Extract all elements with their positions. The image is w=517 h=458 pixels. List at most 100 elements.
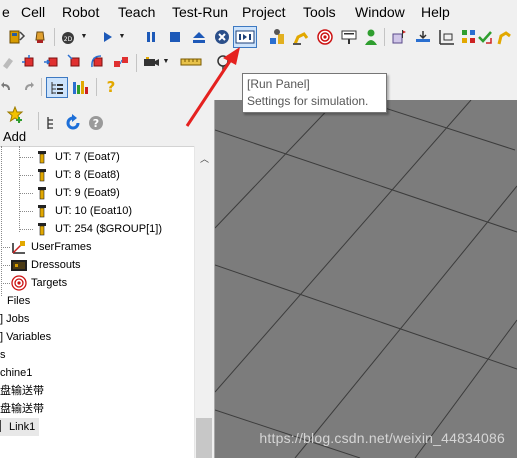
robot-arm-icon[interactable]	[292, 28, 310, 46]
tree-item-clipped-s[interactable]: s	[0, 346, 6, 364]
tree-item-conveyor-1[interactable]: 盘输送带	[0, 382, 44, 400]
tree-line	[1, 265, 10, 266]
tool-frame-icon	[37, 204, 47, 218]
scrollbar-thumb[interactable]	[196, 418, 212, 458]
tree-view-icon[interactable]	[46, 77, 68, 98]
tool-frame-icon	[37, 150, 47, 164]
cell-browser-panel: Add ? UT: 7 (Eoat7) UT: 8 (Eoat8) UT: 9 …	[0, 100, 215, 458]
menu-project[interactable]: Project	[242, 4, 286, 20]
menu-test-run[interactable]: Test-Run	[172, 4, 228, 20]
tree-item-dressouts[interactable]: Dressouts	[31, 256, 81, 274]
dressouts-icon	[10, 257, 28, 273]
cube-rotate-icon[interactable]	[89, 53, 107, 71]
tree-item-userframes[interactable]: UserFrames	[31, 238, 92, 256]
lamp-icon[interactable]	[31, 28, 49, 46]
floor-grid	[215, 100, 517, 458]
tree-line	[19, 229, 33, 230]
cube-red-icon[interactable]	[20, 53, 38, 71]
tree-item-machine1[interactable]: chine1	[0, 364, 32, 382]
user-frames-icon	[11, 239, 27, 255]
redo-icon[interactable]	[20, 78, 38, 96]
cell-browser-toolbar: Add ?	[0, 100, 214, 147]
menu-robot[interactable]: Robot	[62, 4, 99, 20]
search-part-icon[interactable]	[214, 53, 232, 71]
tree-hierarchy-icon[interactable]	[43, 114, 61, 132]
tree-line	[19, 211, 33, 212]
svg-text:?: ?	[93, 117, 99, 130]
toolbar-separator	[384, 28, 385, 46]
tree-line	[1, 146, 2, 296]
signboard-icon[interactable]	[340, 28, 358, 46]
chevron-down-icon[interactable]: ▼	[118, 28, 126, 46]
tree-item-ut8[interactable]: UT: 8 (Eoat8)	[55, 166, 120, 184]
tool-frame-icon	[37, 186, 47, 200]
robot-yellow-icon[interactable]	[496, 28, 514, 46]
run-panel-icon	[235, 30, 255, 44]
main-toolbar: 2D ▼ ▼	[0, 24, 517, 51]
scroll-up-arrow-icon[interactable]: ︿	[200, 152, 209, 165]
tool-frame-icon	[37, 222, 47, 236]
tree-item-ut7[interactable]: UT: 7 (Eoat7)	[55, 148, 120, 166]
tree-line	[19, 175, 33, 176]
toolbar-separator	[136, 54, 137, 72]
run-panel-button[interactable]	[233, 26, 257, 48]
menu-tools[interactable]: Tools	[303, 4, 336, 20]
menu-teach[interactable]: Teach	[118, 4, 155, 20]
teach-pendant-icon[interactable]	[8, 28, 26, 46]
camera-icon[interactable]	[142, 53, 160, 71]
svg-text:?: ?	[107, 78, 116, 96]
tree-line	[19, 193, 33, 194]
tree-item-ut10[interactable]: UT: 10 (Eoat10)	[55, 202, 132, 220]
user-icon[interactable]	[362, 28, 380, 46]
cube-add-icon[interactable]	[43, 53, 61, 71]
check-arrow-icon[interactable]	[476, 28, 494, 46]
svg-text:2D: 2D	[64, 36, 73, 43]
target-icon[interactable]	[316, 28, 334, 46]
tree-item-targets[interactable]: Targets	[31, 274, 67, 292]
eject-icon[interactable]	[190, 28, 208, 46]
robot-group-icon[interactable]	[268, 28, 286, 46]
chevron-down-icon[interactable]: ▼	[80, 28, 88, 46]
menu-window[interactable]: Window	[355, 4, 405, 20]
help-circle-icon[interactable]: ?	[87, 114, 105, 132]
tree-item-jobs[interactable]: ] Jobs	[0, 310, 29, 328]
refresh-icon[interactable]	[64, 114, 82, 132]
bar-chart-icon[interactable]	[72, 78, 90, 96]
toolbar-separator	[41, 78, 42, 96]
menu-cell[interactable]: Cell	[21, 4, 45, 20]
undo-icon[interactable]	[1, 78, 11, 96]
tree-item-files[interactable]: Files	[7, 292, 30, 310]
add-button[interactable]: Add	[0, 104, 32, 144]
close-icon[interactable]	[213, 28, 231, 46]
cube-pair-icon[interactable]	[112, 53, 130, 71]
cube-flag-icon[interactable]	[390, 28, 408, 46]
watermark-text: https://blog.csdn.net/weixin_44834086	[259, 430, 505, 446]
link1-label: Link1	[9, 421, 36, 433]
tree-scrollbar[interactable]: ︿	[194, 146, 214, 458]
chevron-down-icon[interactable]: ▼	[162, 53, 170, 71]
menu-help[interactable]: Help	[421, 4, 450, 20]
simulation-viewport[interactable]: https://blog.csdn.net/weixin_44834086	[215, 100, 517, 458]
tree-item-link1[interactable]: Link1	[0, 418, 40, 436]
help-icon[interactable]: ?	[102, 78, 120, 96]
stop-icon[interactable]	[166, 28, 184, 46]
cube-move-icon[interactable]	[66, 53, 84, 71]
eraser-icon[interactable]	[2, 53, 14, 71]
tree-line	[19, 146, 20, 232]
tool-frame-icon[interactable]	[438, 28, 456, 46]
pause-icon[interactable]	[142, 28, 160, 46]
ruler-icon[interactable]	[180, 53, 202, 71]
playback-mode-icon[interactable]: 2D	[60, 28, 78, 46]
run-panel-tooltip: [Run Panel] Settings for simulation.	[242, 73, 387, 113]
add-button-label: Add	[3, 129, 27, 144]
tree-item-ut254[interactable]: UT: 254 ($GROUP[1])	[55, 220, 162, 238]
play-icon[interactable]	[98, 28, 116, 46]
toolbar-separator	[38, 112, 39, 130]
conveyor-icon[interactable]	[414, 28, 432, 46]
menu-file-clipped[interactable]: e	[2, 4, 10, 20]
star-add-icon	[6, 106, 24, 123]
tree-item-ut9[interactable]: UT: 9 (Eoat9)	[55, 184, 120, 202]
tree-line	[1, 283, 10, 284]
tree-item-conveyor-2[interactable]: 盘输送带	[0, 400, 44, 418]
tree-item-variables[interactable]: ] Variables	[0, 328, 51, 346]
